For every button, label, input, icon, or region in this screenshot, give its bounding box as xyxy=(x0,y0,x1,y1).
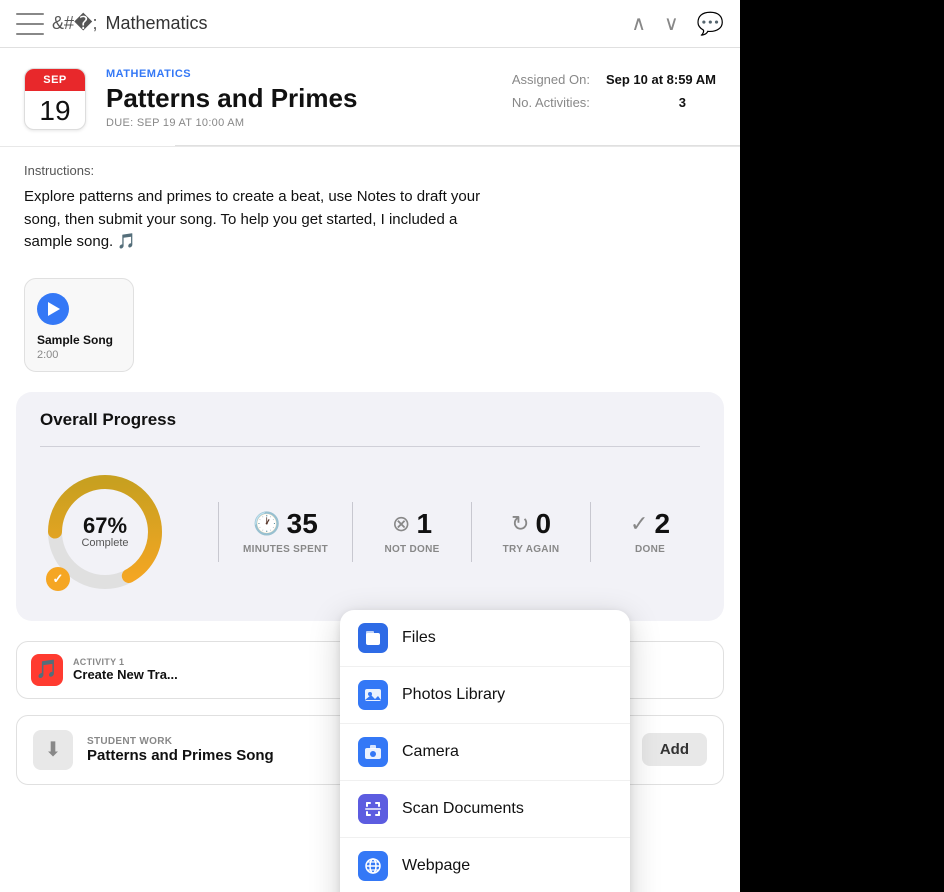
stat-not-done: ⊗ 1 NOT DONE xyxy=(377,508,447,555)
nav-up-button[interactable]: ∧ xyxy=(631,11,646,36)
attachments-section: Sample Song 2:00 xyxy=(0,270,740,392)
song-duration: 2:00 xyxy=(37,349,121,361)
calendar-badge: SEP 19 xyxy=(24,68,86,130)
stat-not-done-value: 1 xyxy=(416,508,432,540)
donut-chart: 67% Complete ✓ xyxy=(40,467,170,597)
instructions-section: Instructions: Explore patterns and prime… xyxy=(0,147,740,270)
donut-label: Complete xyxy=(81,537,128,549)
stat-divider-2 xyxy=(352,502,353,562)
files-icon xyxy=(358,623,388,653)
assigned-value: Sep 10 at 8:59 AM xyxy=(606,72,716,87)
stat-divider-1 xyxy=(218,502,219,562)
work-icon: ⬇ xyxy=(33,730,73,770)
files-label: Files xyxy=(402,629,436,647)
donut-check-icon: ✓ xyxy=(46,567,70,591)
calendar-day: 19 xyxy=(25,91,85,130)
nav-title: Mathematics xyxy=(105,13,631,34)
progress-stats: 67% Complete ✓ 🕐 35 MINUTES SPENT ⊗ 1 xyxy=(40,467,700,597)
stat-not-done-label: NOT DONE xyxy=(384,544,439,555)
assignment-header: SEP 19 MATHEMATICS Patterns and Primes D… xyxy=(0,48,740,147)
photos-icon xyxy=(358,680,388,710)
activity-icon-1: 🎵 xyxy=(31,654,63,686)
stat-done-label: DONE xyxy=(635,544,665,555)
stat-minutes: 🕐 35 MINUTES SPENT xyxy=(243,508,328,555)
stat-divider-4 xyxy=(590,502,591,562)
dropdown-camera[interactable]: Camera xyxy=(340,724,630,781)
dropdown-photos[interactable]: Photos Library xyxy=(340,667,630,724)
sample-song-card[interactable]: Sample Song 2:00 xyxy=(24,278,134,372)
black-panel xyxy=(740,0,944,892)
stat-done: ✓ 2 DONE xyxy=(615,508,685,555)
progress-section: Overall Progress xyxy=(16,392,724,621)
nav-chat-button[interactable]: 💬 xyxy=(697,11,724,37)
dropdown-scan[interactable]: Scan Documents xyxy=(340,781,630,838)
instructions-label: Instructions: xyxy=(24,163,716,178)
webpage-label: Webpage xyxy=(402,857,470,875)
back-button[interactable]: &#�; xyxy=(52,13,101,34)
due-date: DUE: SEP 19 AT 10:00 AM xyxy=(106,117,716,129)
dropdown-menu: Files Photos Library Camera xyxy=(340,610,630,892)
scan-label: Scan Documents xyxy=(402,800,524,818)
stat-minutes-label: MINUTES SPENT xyxy=(243,544,328,555)
stat-try-again-value: 0 xyxy=(535,508,551,540)
activity-label-1: ACTIVITY 1 xyxy=(73,657,178,667)
done-icon: ✓ xyxy=(630,511,648,537)
activity-name-1: Create New Tra... xyxy=(73,667,178,682)
dropdown-webpage[interactable]: Webpage xyxy=(340,838,630,892)
activity-info-1: ACTIVITY 1 Create New Tra... xyxy=(73,657,178,682)
dropdown-files[interactable]: Files xyxy=(340,610,630,667)
clock-icon: 🕐 xyxy=(253,511,280,537)
stat-minutes-value: 35 xyxy=(287,508,318,540)
stat-divider-3 xyxy=(471,502,472,562)
assigned-label: Assigned On: xyxy=(512,72,590,87)
activities-label: No. Activities: xyxy=(512,95,590,110)
calendar-month: SEP xyxy=(25,69,85,91)
webpage-icon xyxy=(358,851,388,881)
stat-try-again: ↻ 0 TRY AGAIN xyxy=(496,508,566,555)
stat-done-value: 2 xyxy=(654,508,670,540)
instructions-text: Explore patterns and primes to create a … xyxy=(24,186,504,254)
camera-label: Camera xyxy=(402,743,459,761)
nav-down-button[interactable]: ∨ xyxy=(664,11,679,36)
activities-value: 3 xyxy=(606,95,686,110)
not-done-icon: ⊗ xyxy=(392,511,410,537)
song-name: Sample Song xyxy=(37,333,121,347)
main-panel: &#�; Mathematics ∧ ∨ 💬 SEP 19 MATHEMATIC… xyxy=(0,0,740,892)
camera-icon xyxy=(358,737,388,767)
stat-try-again-label: TRY AGAIN xyxy=(503,544,560,555)
activity-card-1[interactable]: 🎵 ACTIVITY 1 Create New Tra... xyxy=(16,641,364,699)
scan-icon xyxy=(358,794,388,824)
play-icon xyxy=(37,293,69,325)
donut-percent: 67% xyxy=(81,515,128,537)
header-divider xyxy=(175,145,740,146)
play-triangle xyxy=(48,302,60,316)
photos-label: Photos Library xyxy=(402,686,505,704)
nav-actions: ∧ ∨ 💬 xyxy=(631,11,724,37)
sidebar-toggle[interactable] xyxy=(16,13,44,35)
donut-center: 67% Complete xyxy=(81,515,128,549)
progress-title: Overall Progress xyxy=(40,410,700,430)
progress-divider xyxy=(40,446,700,447)
add-button[interactable]: Add xyxy=(642,733,707,766)
top-nav: &#�; Mathematics ∧ ∨ 💬 xyxy=(0,0,740,48)
assignment-meta: Assigned On: Sep 10 at 8:59 AM No. Activ… xyxy=(512,72,716,110)
try-again-icon: ↻ xyxy=(511,511,529,537)
